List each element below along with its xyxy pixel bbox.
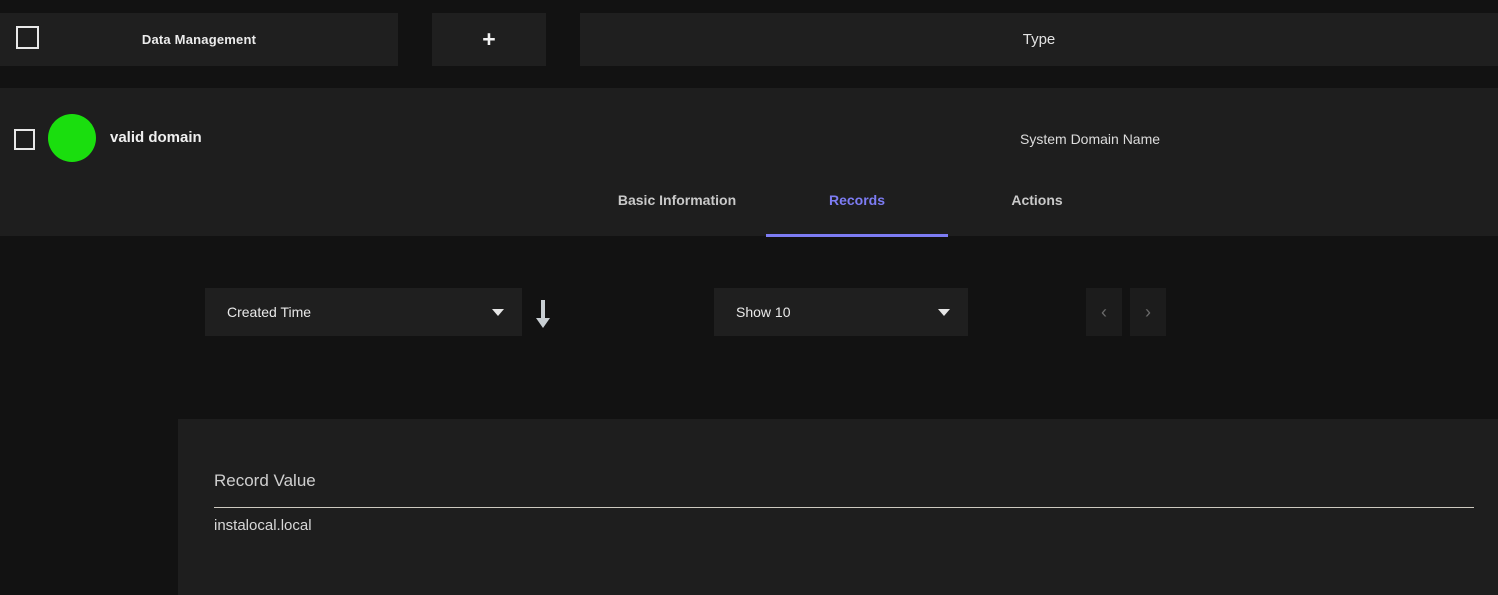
sort-by-value: Created Time bbox=[227, 304, 312, 320]
top-toolbar: Data Management + Type bbox=[0, 0, 1498, 80]
app-screen: Data Management + Type valid domain Syst… bbox=[0, 0, 1498, 595]
sort-by-select[interactable]: Created Time bbox=[205, 288, 522, 336]
tab-actions[interactable]: Actions bbox=[947, 190, 1127, 236]
chevron-down-icon bbox=[938, 308, 950, 316]
data-management-label: Data Management bbox=[141, 32, 257, 47]
records-table: Record Value instalocal.local bbox=[178, 419, 1498, 595]
active-tab-underline bbox=[766, 234, 948, 237]
status-indicator-icon bbox=[48, 114, 96, 162]
domain-row-checkbox[interactable] bbox=[14, 129, 35, 150]
chevron-left-icon: ‹ bbox=[1101, 301, 1107, 322]
tab-records[interactable]: Records bbox=[767, 190, 947, 236]
add-button[interactable]: + bbox=[432, 13, 546, 66]
domain-name-label: valid domain bbox=[110, 129, 202, 146]
table-row[interactable]: instalocal.local bbox=[214, 517, 312, 534]
table-header-divider bbox=[214, 507, 1474, 508]
type-column-header[interactable]: Type bbox=[580, 13, 1498, 66]
chevron-right-icon: › bbox=[1145, 301, 1151, 322]
sort-direction-descending-icon[interactable] bbox=[530, 298, 556, 330]
select-all-checkbox[interactable] bbox=[16, 26, 39, 49]
pagination-next-button[interactable]: › bbox=[1130, 288, 1166, 336]
page-size-value: Show 10 bbox=[736, 304, 791, 320]
detail-tabs: Basic Information Records Actions bbox=[0, 190, 1498, 237]
column-header-record-value: Record Value bbox=[214, 471, 316, 490]
pagination-previous-button[interactable]: ‹ bbox=[1086, 288, 1122, 336]
type-column-label: Type bbox=[1022, 31, 1056, 48]
tab-basic-information[interactable]: Basic Information bbox=[587, 190, 767, 236]
page-size-select[interactable]: Show 10 bbox=[714, 288, 968, 336]
data-management-card[interactable]: Data Management bbox=[0, 13, 398, 66]
chevron-down-icon bbox=[492, 308, 504, 316]
domain-type-label: System Domain Name bbox=[1020, 131, 1161, 147]
plus-icon: + bbox=[482, 26, 496, 52]
